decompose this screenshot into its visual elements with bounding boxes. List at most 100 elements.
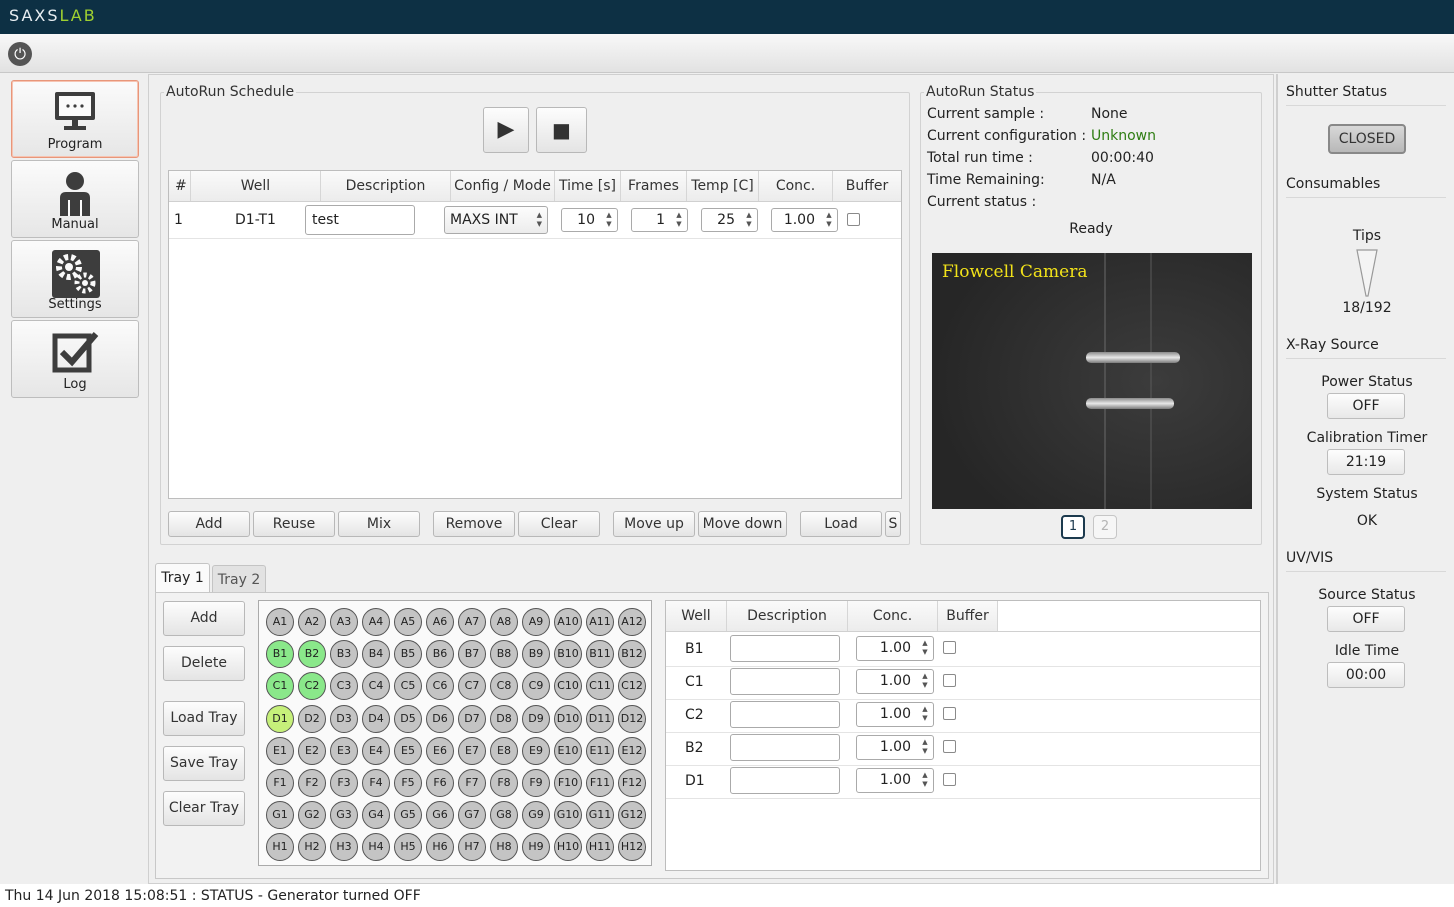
well-d9[interactable]: D9 bbox=[522, 704, 550, 733]
tray-row-buffer-checkbox[interactable] bbox=[943, 641, 956, 654]
well-b12[interactable]: B12 bbox=[618, 640, 646, 669]
well-e10[interactable]: E10 bbox=[554, 736, 582, 765]
well-e9[interactable]: E9 bbox=[522, 736, 550, 765]
camera-page-2-button[interactable]: 2 bbox=[1093, 515, 1117, 539]
row-conc-spinbox[interactable]: 1.00 ▲ ▼ bbox=[771, 208, 838, 232]
remove-button[interactable]: Remove bbox=[433, 511, 515, 537]
well-e3[interactable]: E3 bbox=[330, 736, 358, 765]
well-b1[interactable]: B1 bbox=[266, 640, 294, 669]
well-h3[interactable]: H3 bbox=[330, 833, 358, 862]
row-temp-spinbox[interactable]: 25 ▲ ▼ bbox=[701, 208, 758, 232]
well-a1[interactable]: A1 bbox=[266, 608, 294, 636]
well-c6[interactable]: C6 bbox=[426, 672, 454, 701]
tray-row-buffer-checkbox[interactable] bbox=[943, 740, 956, 753]
well-g6[interactable]: G6 bbox=[426, 801, 454, 830]
tray-row-description-input[interactable] bbox=[730, 701, 840, 728]
well-h9[interactable]: H9 bbox=[522, 833, 550, 862]
well-b8[interactable]: B8 bbox=[490, 640, 518, 669]
well-f2[interactable]: F2 bbox=[298, 769, 326, 797]
well-c9[interactable]: C9 bbox=[522, 672, 550, 701]
well-g1[interactable]: G1 bbox=[266, 801, 294, 830]
load-button[interactable]: Load bbox=[800, 511, 882, 537]
col-header-conc[interactable]: Conc. bbox=[759, 171, 833, 201]
well-c5[interactable]: C5 bbox=[394, 672, 422, 701]
well-f4[interactable]: F4 bbox=[362, 769, 390, 797]
well-a12[interactable]: A12 bbox=[618, 608, 646, 636]
tray-col-header-description[interactable]: Description bbox=[727, 601, 848, 631]
add-button[interactable]: Add bbox=[168, 511, 250, 537]
clear-tray-button[interactable]: Clear Tray bbox=[163, 791, 245, 826]
well-c1[interactable]: C1 bbox=[266, 672, 294, 701]
spin-arrows-icon[interactable]: ▲ ▼ bbox=[673, 211, 685, 229]
well-g8[interactable]: G8 bbox=[490, 801, 518, 830]
col-header-description[interactable]: Description bbox=[321, 171, 451, 201]
well-g5[interactable]: G5 bbox=[394, 801, 422, 830]
well-f7[interactable]: F7 bbox=[458, 769, 486, 797]
well-e2[interactable]: E2 bbox=[298, 736, 326, 765]
well-e12[interactable]: E12 bbox=[618, 736, 646, 765]
well-f11[interactable]: F11 bbox=[586, 769, 614, 797]
move-up-button[interactable]: Move up bbox=[613, 511, 695, 537]
well-g12[interactable]: G12 bbox=[618, 801, 646, 830]
table-row[interactable]: 1 D1-T1 test MAXS INT ▲ ▼ 10 ▲ ▼ 1 ▲ ▼ 25 ▲ ▼ 1.… bbox=[169, 203, 901, 239]
well-h5[interactable]: H5 bbox=[394, 833, 422, 862]
tray-row-conc-spinbox[interactable]: 1.00 ▲ ▼ bbox=[856, 702, 934, 727]
well-f5[interactable]: F5 bbox=[394, 769, 422, 797]
well-d2[interactable]: D2 bbox=[298, 704, 326, 733]
shutter-status-indicator[interactable]: CLOSED bbox=[1328, 124, 1406, 154]
well-b5[interactable]: B5 bbox=[394, 640, 422, 669]
reuse-button[interactable]: Reuse bbox=[253, 511, 335, 537]
nav-log-button[interactable]: Log bbox=[11, 320, 139, 398]
well-h11[interactable]: H11 bbox=[586, 833, 614, 862]
tray-row-description-input[interactable] bbox=[730, 635, 840, 662]
row-description-input[interactable]: test bbox=[305, 205, 415, 235]
tab-tray-2[interactable]: Tray 2 bbox=[212, 565, 266, 593]
well-a8[interactable]: A8 bbox=[490, 608, 518, 636]
well-h2[interactable]: H2 bbox=[298, 833, 326, 862]
well-f9[interactable]: F9 bbox=[522, 769, 550, 797]
well-g10[interactable]: G10 bbox=[554, 801, 582, 830]
spin-arrows-icon[interactable]: ▲ ▼ bbox=[743, 211, 755, 229]
well-f10[interactable]: F10 bbox=[554, 769, 582, 797]
nav-program-button[interactable]: Program bbox=[11, 80, 139, 158]
well-a3[interactable]: A3 bbox=[330, 608, 358, 636]
spin-arrows-icon[interactable]: ▲ ▼ bbox=[919, 771, 931, 789]
well-c8[interactable]: C8 bbox=[490, 672, 518, 701]
well-a5[interactable]: A5 bbox=[394, 608, 422, 636]
spin-arrows-icon[interactable]: ▲ ▼ bbox=[919, 639, 931, 657]
nav-manual-button[interactable]: Manual bbox=[11, 160, 139, 238]
row-buffer-checkbox[interactable] bbox=[847, 213, 860, 226]
well-h12[interactable]: H12 bbox=[618, 833, 646, 862]
col-header-time[interactable]: Time [s] bbox=[555, 171, 621, 201]
well-g7[interactable]: G7 bbox=[458, 801, 486, 830]
col-header-frames[interactable]: Frames bbox=[621, 171, 687, 201]
tray-row-conc-spinbox[interactable]: 1.00 ▲ ▼ bbox=[856, 735, 934, 760]
col-header-well[interactable]: Well bbox=[191, 171, 321, 201]
tray-col-header-conc[interactable]: Conc. bbox=[848, 601, 938, 631]
well-h7[interactable]: H7 bbox=[458, 833, 486, 862]
well-d11[interactable]: D11 bbox=[586, 704, 614, 733]
row-frames-spinbox[interactable]: 1 ▲ ▼ bbox=[631, 208, 688, 232]
well-e5[interactable]: E5 bbox=[394, 736, 422, 765]
well-d4[interactable]: D4 bbox=[362, 704, 390, 733]
well-b2[interactable]: B2 bbox=[298, 640, 326, 669]
stop-button[interactable]: ■ bbox=[536, 107, 587, 153]
move-down-button[interactable]: Move down bbox=[698, 511, 787, 537]
tray-row-conc-spinbox[interactable]: 1.00 ▲ ▼ bbox=[856, 768, 934, 793]
well-g4[interactable]: G4 bbox=[362, 801, 390, 830]
tab-tray-1[interactable]: Tray 1 bbox=[155, 563, 210, 593]
tray-row-description-input[interactable] bbox=[730, 767, 840, 794]
well-a7[interactable]: A7 bbox=[458, 608, 486, 636]
well-h8[interactable]: H8 bbox=[490, 833, 518, 862]
well-b3[interactable]: B3 bbox=[330, 640, 358, 669]
well-g11[interactable]: G11 bbox=[586, 801, 614, 830]
spin-arrows-icon[interactable]: ▲ ▼ bbox=[603, 211, 615, 229]
tray-col-header-well[interactable]: Well bbox=[666, 601, 727, 631]
tray-delete-button[interactable]: Delete bbox=[163, 646, 245, 681]
well-e4[interactable]: E4 bbox=[362, 736, 390, 765]
well-e7[interactable]: E7 bbox=[458, 736, 486, 765]
well-d8[interactable]: D8 bbox=[490, 704, 518, 733]
save-button[interactable]: S bbox=[885, 511, 901, 537]
well-b6[interactable]: B6 bbox=[426, 640, 454, 669]
well-e1[interactable]: E1 bbox=[266, 736, 294, 765]
